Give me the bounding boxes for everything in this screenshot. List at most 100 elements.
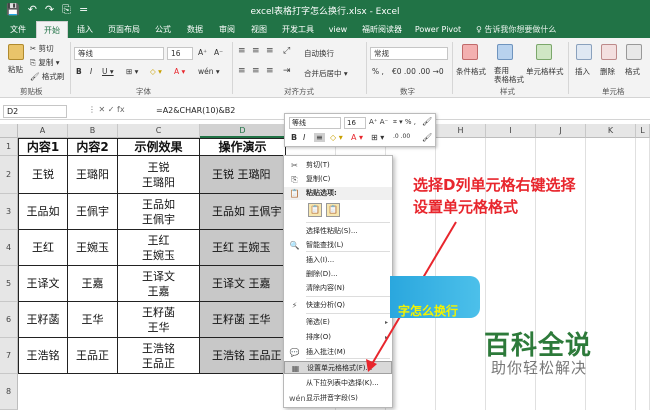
mini-decimal-buttons[interactable]: .0 .00 bbox=[393, 133, 410, 140]
cell-styles-icon[interactable] bbox=[536, 44, 552, 60]
table-cell[interactable]: 王红 王婉玉 bbox=[118, 230, 200, 266]
conditional-format-button[interactable]: 条件格式 bbox=[456, 66, 486, 77]
bold-button[interactable]: B bbox=[76, 67, 82, 76]
mini-brush-icon[interactable]: 🖌 bbox=[422, 117, 432, 126]
table-cell[interactable]: 王品如 王佩宇 bbox=[200, 194, 286, 230]
table-cell[interactable]: 王锐 王璐阳 bbox=[200, 156, 286, 194]
number-format-box[interactable]: 常规 bbox=[370, 47, 448, 60]
tab-insert[interactable]: 插入 bbox=[72, 21, 98, 38]
row-header-5[interactable]: 5 bbox=[0, 266, 18, 302]
phonetic-button[interactable]: wén ▾ bbox=[198, 67, 220, 76]
table-cell[interactable]: 王籽菡 bbox=[18, 302, 68, 338]
orientation-icon[interactable]: ⤢ bbox=[283, 46, 290, 56]
column-header-h[interactable]: H bbox=[436, 124, 486, 138]
align-left-icon[interactable]: ≡ bbox=[238, 66, 246, 76]
table-cell[interactable]: 王浩铭 王品正 bbox=[118, 338, 200, 374]
context-item-10[interactable]: 筛选(E) ▸ bbox=[284, 316, 392, 329]
row-header-3[interactable]: 3 bbox=[0, 194, 18, 230]
tab-review[interactable]: 审阅 bbox=[214, 21, 240, 38]
italic-button[interactable]: I bbox=[90, 67, 92, 76]
table-cell[interactable]: 王佩宇 bbox=[68, 194, 118, 230]
tab-file[interactable]: 文件 bbox=[5, 21, 31, 38]
select-all-corner[interactable] bbox=[0, 124, 18, 138]
table-cell[interactable]: 王华 bbox=[68, 302, 118, 338]
tab-formulas[interactable]: 公式 bbox=[150, 21, 176, 38]
column-header-d[interactable]: D bbox=[200, 124, 286, 138]
context-item-9[interactable]: ⚡ 快速分析(Q) bbox=[284, 299, 392, 312]
table-header-cell[interactable]: 操作演示 bbox=[200, 138, 286, 156]
merge-center-button[interactable]: 合并后居中 ▾ bbox=[304, 68, 348, 79]
font-name-box[interactable]: 等线 bbox=[74, 47, 164, 60]
wrap-text-button[interactable]: 自动换行 bbox=[304, 48, 334, 59]
table-cell[interactable]: 王浩铭 bbox=[18, 338, 68, 374]
table-cell[interactable]: 王璐阳 bbox=[68, 156, 118, 194]
align-middle-icon[interactable]: ≡ bbox=[252, 46, 260, 56]
delete-cells-button[interactable]: 删除 bbox=[600, 66, 615, 77]
mini-bold-button[interactable]: B bbox=[291, 133, 297, 142]
column-header-j[interactable]: J bbox=[536, 124, 586, 138]
paste-icon[interactable] bbox=[8, 44, 24, 60]
formula-controls[interactable]: ⋮ ✕ ✓ fx bbox=[88, 105, 125, 114]
format-as-table-button[interactable]: 套用 表格格式 bbox=[494, 66, 524, 84]
table-cell[interactable]: 王红 bbox=[18, 230, 68, 266]
font-size-box[interactable]: 16 bbox=[167, 47, 193, 60]
format-as-table-icon[interactable] bbox=[497, 44, 513, 60]
table-cell[interactable]: 王品正 bbox=[68, 338, 118, 374]
tab-view[interactable]: 视图 bbox=[246, 21, 272, 38]
format-painter-button[interactable]: 🖌 格式刷 bbox=[30, 71, 64, 82]
context-item-14[interactable]: 从下拉列表中选择(K)... bbox=[284, 377, 392, 390]
column-header-l[interactable]: L bbox=[636, 124, 650, 138]
tab-foxit[interactable]: 福昕阅读器 bbox=[358, 21, 406, 38]
indent-icon[interactable]: ⇥ bbox=[283, 66, 291, 76]
column-header-a[interactable]: A bbox=[18, 124, 68, 138]
align-right-icon[interactable]: ≡ bbox=[266, 66, 274, 76]
align-center-icon[interactable]: ≡ bbox=[252, 66, 260, 76]
shrink-font-button[interactable]: A⁻ bbox=[214, 48, 223, 57]
row-header-7[interactable]: 7 bbox=[0, 338, 18, 374]
fill-color-button[interactable]: ◇ ▾ bbox=[150, 67, 162, 76]
table-header-cell[interactable]: 内容1 bbox=[18, 138, 68, 156]
table-cell[interactable]: 王译文 王嘉 bbox=[200, 266, 286, 302]
table-cell[interactable]: 王译文 王嘉 bbox=[118, 266, 200, 302]
format-cells-icon[interactable] bbox=[626, 44, 642, 60]
table-header-cell[interactable]: 内容2 bbox=[68, 138, 118, 156]
table-cell[interactable]: 王锐 王璐阳 bbox=[118, 156, 200, 194]
row-header-8[interactable]: 8 bbox=[0, 374, 18, 410]
context-item-1[interactable]: ✂ 剪切(T) bbox=[284, 159, 392, 172]
tab-view-en[interactable]: view bbox=[324, 21, 352, 38]
context-item-6[interactable]: 插入(I)... bbox=[284, 254, 392, 267]
row-header-2[interactable]: 2 bbox=[0, 156, 18, 194]
context-item-8[interactable]: 清除内容(N) bbox=[284, 282, 392, 295]
mini-border-button[interactable]: ⊞ ▾ bbox=[371, 133, 384, 142]
percent-comma-buttons[interactable]: % , bbox=[372, 67, 384, 76]
mini-align-button[interactable]: ≡ bbox=[314, 133, 325, 142]
table-cell[interactable]: 王婉玉 bbox=[68, 230, 118, 266]
tab-power-pivot[interactable]: Power Pivot bbox=[412, 21, 464, 38]
mini-font-name[interactable]: 等线 bbox=[289, 117, 341, 129]
name-box[interactable]: D2 bbox=[3, 105, 67, 118]
tab-home[interactable]: 开始 bbox=[36, 21, 68, 38]
column-header-b[interactable]: B bbox=[68, 124, 118, 138]
context-item-4[interactable]: 选择性粘贴(S)... bbox=[284, 225, 392, 238]
context-item-7[interactable]: 删除(D)... bbox=[284, 268, 392, 281]
font-color-button[interactable]: A ▾ bbox=[174, 67, 185, 76]
insert-cells-icon[interactable] bbox=[576, 44, 592, 60]
format-cells-button[interactable]: 格式 bbox=[625, 66, 640, 77]
paste-button[interactable]: 粘贴 bbox=[8, 64, 23, 75]
table-cell[interactable]: 王红 王婉玉 bbox=[200, 230, 286, 266]
align-bottom-icon[interactable]: ≡ bbox=[266, 46, 274, 56]
row-header-6[interactable]: 6 bbox=[0, 302, 18, 338]
context-item-13[interactable]: ▦ 设置单元格格式(F)... bbox=[284, 361, 392, 374]
align-top-icon[interactable]: ≡ bbox=[238, 46, 246, 56]
grow-font-button[interactable]: A⁺ bbox=[198, 48, 207, 57]
table-cell[interactable]: 王品如 bbox=[18, 194, 68, 230]
formula-input[interactable]: =A2&CHAR(10)&B2 bbox=[156, 106, 235, 115]
copy-button[interactable]: ⎘ 复制 ▾ bbox=[30, 57, 60, 68]
table-cell[interactable]: 王籽菡 王华 bbox=[200, 302, 286, 338]
table-cell[interactable]: 王译文 bbox=[18, 266, 68, 302]
mini-font-color-button[interactable]: A ▾ bbox=[351, 133, 363, 142]
conditional-format-icon[interactable] bbox=[462, 44, 478, 60]
tab-data[interactable]: 数据 bbox=[182, 21, 208, 38]
tell-me-search[interactable]: ♀ 告诉我你想要做什么 bbox=[476, 21, 556, 38]
table-header-cell[interactable]: 示例效果 bbox=[118, 138, 200, 156]
